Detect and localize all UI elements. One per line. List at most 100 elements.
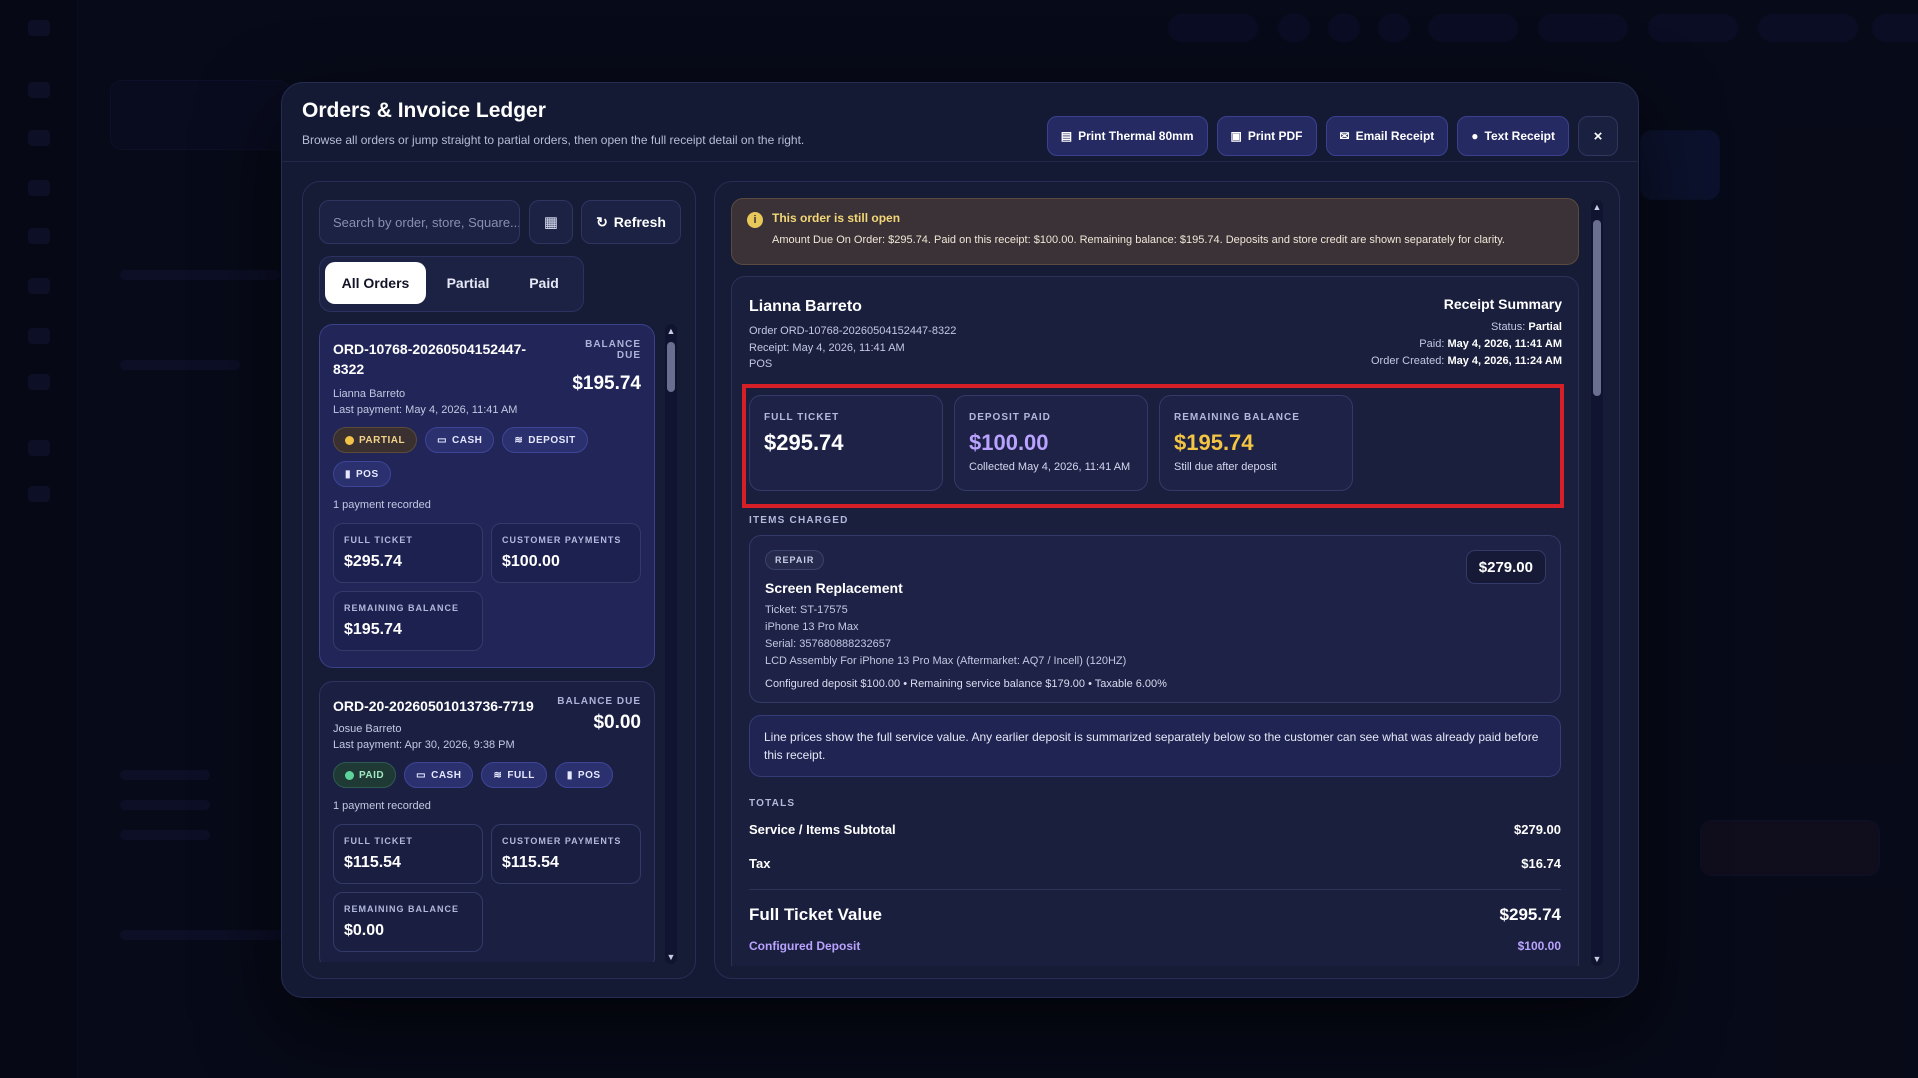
email-receipt-label: Email Receipt bbox=[1355, 129, 1435, 143]
stat-full-ticket: FULL TICKET $115.54 bbox=[333, 824, 483, 884]
badge-label: PAID bbox=[359, 769, 385, 781]
full-ticket-value: $295.74 bbox=[1499, 905, 1561, 924]
items-charged-label: ITEMS CHARGED bbox=[749, 515, 849, 526]
card-label: DEPOSIT PAID bbox=[969, 412, 1051, 423]
check-circle-icon bbox=[345, 770, 354, 780]
configured-deposit-row: Configured Deposit $100.00 bbox=[749, 939, 1561, 953]
full-ticket-row: Full Ticket Value $295.74 bbox=[749, 905, 1561, 925]
subtotal-value: $279.00 bbox=[1514, 822, 1561, 837]
item-serial: Serial: 357680888232657 bbox=[765, 638, 892, 650]
created-value: May 4, 2026, 11:24 AM bbox=[1447, 355, 1562, 367]
print-thermal-button[interactable]: ▤ Print Thermal 80mm bbox=[1046, 116, 1208, 156]
text-receipt-label: Text Receipt bbox=[1484, 129, 1555, 143]
print-pdf-label: Print PDF bbox=[1247, 129, 1303, 143]
card-label: FULL TICKET bbox=[764, 412, 840, 423]
item-type-tag: REPAIR bbox=[765, 550, 825, 570]
stat-label: FULL TICKET bbox=[344, 836, 413, 846]
order-list: ORD-10768-20260504152447-8322 BALANCE DU… bbox=[319, 324, 655, 962]
order-card[interactable]: ORD-10768-20260504152447-8322 BALANCE DU… bbox=[319, 324, 655, 668]
email-receipt-button[interactable]: ✉ Email Receipt bbox=[1325, 116, 1449, 156]
status-label: Status: bbox=[1491, 321, 1526, 333]
order-filter-tabs: All Orders Partial Paid bbox=[319, 256, 584, 312]
stat-label: FULL TICKET bbox=[344, 535, 413, 545]
card-subtext: Still due after deposit bbox=[1174, 461, 1277, 473]
order-list-scrollbar[interactable]: ▲ ▼ bbox=[665, 324, 677, 964]
card-label: REMAINING BALANCE bbox=[1174, 412, 1300, 423]
scrollbar-thumb[interactable] bbox=[1593, 220, 1601, 396]
source-badge: ▮ POS bbox=[554, 762, 613, 788]
card-value: $195.74 bbox=[1174, 430, 1254, 455]
stat-label: REMAINING BALANCE bbox=[344, 603, 459, 613]
refresh-icon: ↻ bbox=[596, 213, 608, 230]
balance-due-value: $195.74 bbox=[572, 373, 641, 394]
receipt-card: Lianna Barreto Order ORD-10768-202605041… bbox=[731, 276, 1579, 966]
search-input[interactable]: Search by order, store, Square... bbox=[319, 200, 520, 244]
coins-icon: ≋ bbox=[514, 434, 524, 446]
search-placeholder: Search by order, store, Square... bbox=[333, 214, 520, 230]
stat-label: CUSTOMER PAYMENTS bbox=[502, 535, 622, 545]
order-badges: PARTIAL ▭ CASH ≋ DEPOSIT ▮ POS bbox=[333, 427, 593, 487]
stat-full-ticket: FULL TICKET $295.74 bbox=[333, 523, 483, 583]
card-subtext: Collected May 4, 2026, 11:41 AM bbox=[969, 461, 1131, 473]
badge-label: CASH bbox=[452, 434, 483, 446]
paid-label: Paid: bbox=[1419, 338, 1445, 350]
receipt-date: Receipt: May 4, 2026, 11:41 AM bbox=[749, 341, 905, 354]
payments-recorded: 1 payment recorded bbox=[333, 499, 431, 511]
tab-paid[interactable]: Paid bbox=[510, 262, 578, 304]
refresh-label: Refresh bbox=[613, 214, 666, 230]
receipt-summary-title: Receipt Summary bbox=[1443, 296, 1562, 312]
alert-text: Amount Due On Order: $295.74. Paid on th… bbox=[772, 234, 1505, 246]
coins-icon: ≋ bbox=[493, 769, 503, 781]
stat-value: $0.00 bbox=[344, 922, 385, 939]
stat-remaining-balance: REMAINING BALANCE $195.74 bbox=[333, 591, 483, 651]
stat-value: $295.74 bbox=[344, 553, 402, 570]
receipt-scrollbar[interactable]: ▲ ▼ bbox=[1591, 200, 1603, 966]
scroll-up-icon[interactable]: ▲ bbox=[1591, 202, 1603, 212]
status-value: Partial bbox=[1528, 321, 1562, 333]
text-receipt-button[interactable]: ● Text Receipt bbox=[1457, 116, 1569, 156]
balance-due-label: BALANCE DUE bbox=[557, 696, 641, 707]
print-thermal-label: Print Thermal 80mm bbox=[1078, 129, 1194, 143]
receipt-icon: ▮ bbox=[345, 468, 352, 480]
stat-label: CUSTOMER PAYMENTS bbox=[502, 836, 622, 846]
stat-label: REMAINING BALANCE bbox=[344, 904, 459, 914]
status-badge: PARTIAL bbox=[333, 427, 418, 453]
card-icon: ▭ bbox=[437, 434, 448, 446]
item-part: LCD Assembly For iPhone 13 Pro Max (Afte… bbox=[765, 655, 1127, 667]
status-badge: PAID bbox=[333, 762, 397, 788]
info-icon: i bbox=[747, 212, 763, 228]
item-device: iPhone 13 Pro Max bbox=[765, 621, 859, 633]
print-pdf-button[interactable]: ▣ Print PDF bbox=[1216, 116, 1317, 156]
header-divider bbox=[282, 161, 1638, 162]
tab-all-orders[interactable]: All Orders bbox=[325, 262, 426, 304]
receipt-meta: Order ORD-10768-20260504152447-8322 Rece… bbox=[749, 323, 956, 373]
card-value: $100.00 bbox=[969, 430, 1049, 455]
envelope-icon: ✉ bbox=[1339, 129, 1350, 143]
header-actions: ▤ Print Thermal 80mm ▣ Print PDF ✉ Email… bbox=[1046, 116, 1618, 156]
grid-view-button[interactable]: ▦ bbox=[529, 200, 573, 244]
badge-label: DEPOSIT bbox=[528, 434, 576, 446]
order-number: Order ORD-10768-20260504152447-8322 bbox=[749, 325, 957, 337]
scroll-down-icon[interactable]: ▼ bbox=[665, 952, 677, 962]
item-details: Ticket: ST-17575 iPhone 13 Pro Max Seria… bbox=[765, 602, 1545, 670]
order-card[interactable]: ORD-20-20260501013736-7719 BALANCE DUE $… bbox=[319, 681, 655, 962]
scroll-down-icon[interactable]: ▼ bbox=[1591, 954, 1603, 964]
order-stats: FULL TICKET $115.54 CUSTOMER PAYMENTS $1… bbox=[333, 824, 641, 952]
order-id: ORD-10768-20260504152447-8322 bbox=[333, 341, 527, 377]
tab-partial[interactable]: Partial bbox=[432, 262, 504, 304]
alert-title: This order is still open bbox=[772, 211, 901, 225]
stat-value: $100.00 bbox=[502, 553, 560, 570]
item-name: Screen Replacement bbox=[765, 580, 903, 596]
tax-row: Tax $16.74 bbox=[749, 856, 1561, 871]
refresh-button[interactable]: ↻ Refresh bbox=[581, 200, 681, 244]
close-button[interactable]: × bbox=[1578, 116, 1618, 156]
line-item: REPAIR $279.00 Screen Replacement Ticket… bbox=[749, 535, 1561, 703]
scroll-up-icon[interactable]: ▲ bbox=[665, 326, 677, 336]
created-label: Order Created: bbox=[1371, 355, 1445, 367]
orders-ledger-modal: Orders & Invoice Ledger Browse all order… bbox=[281, 82, 1639, 998]
totals-label: TOTALS bbox=[749, 798, 796, 809]
scrollbar-thumb[interactable] bbox=[667, 342, 675, 392]
badge-label: POS bbox=[356, 468, 379, 480]
open-order-alert: i This order is still open Amount Due On… bbox=[731, 198, 1579, 265]
item-price: $279.00 bbox=[1465, 550, 1546, 584]
